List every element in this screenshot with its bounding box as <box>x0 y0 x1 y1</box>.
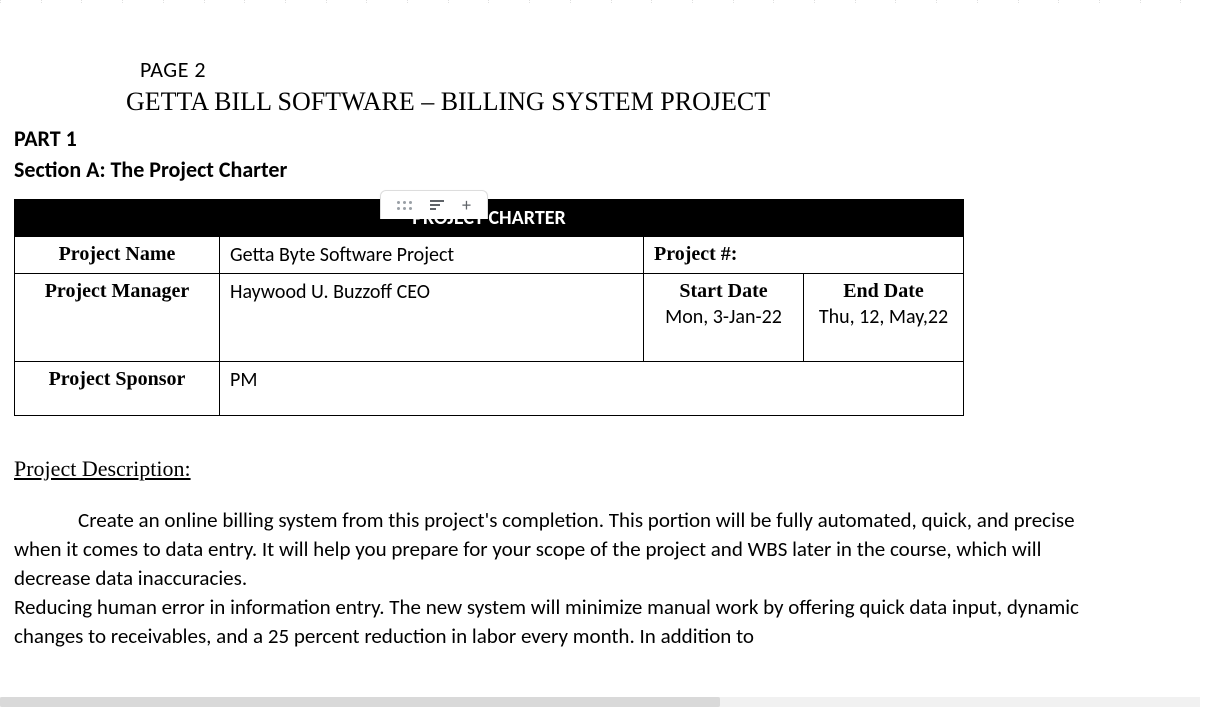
value-start-date: Mon, 3-Jan-22 <box>654 305 793 329</box>
plus-icon[interactable]: + <box>462 196 471 214</box>
filter-icon[interactable] <box>430 200 444 210</box>
project-description-text: Create an online billing system from thi… <box>14 507 1079 649</box>
label-project-manager: Project Manager <box>15 274 220 362</box>
document-page: PAGE 2 GETTA BILL SOFTWARE – BILLING SYS… <box>0 0 1221 651</box>
end-date-cell: End Date Thu, 12, May,22 <box>804 274 964 362</box>
label-end-date: End Date <box>814 280 953 303</box>
drag-handle-icon[interactable] <box>397 201 412 210</box>
start-date-cell: Start Date Mon, 3-Jan-22 <box>644 274 804 362</box>
label-project-sponsor: Project Sponsor <box>15 362 220 416</box>
value-project-name: Getta Byte Software Project <box>220 237 644 274</box>
project-description-body: Create an online billing system from thi… <box>14 506 1104 651</box>
project-description-heading: Project Description: <box>14 456 1207 482</box>
part-label: PART 1 <box>14 125 1207 152</box>
section-label: Section A: The Project Charter <box>14 156 1207 183</box>
label-start-date: Start Date <box>654 280 793 303</box>
table-toolbar[interactable]: + <box>380 190 488 219</box>
label-project-number: Project #: <box>644 237 964 274</box>
charter-heading: PROJECT CHARTER <box>15 200 964 237</box>
scrollbar-thumb[interactable] <box>0 697 720 707</box>
project-charter-table: PROJECT CHARTER Project Name Getta Byte … <box>14 199 964 416</box>
ruler <box>0 0 1221 4</box>
value-project-manager: Haywood U. Buzzoff CEO <box>220 274 644 362</box>
document-title: GETTA BILL SOFTWARE – BILLING SYSTEM PRO… <box>126 87 1207 117</box>
value-project-sponsor: PM <box>220 362 964 416</box>
value-end-date: Thu, 12, May,22 <box>814 305 953 329</box>
label-project-name: Project Name <box>15 237 220 274</box>
horizontal-scrollbar[interactable] <box>0 697 1200 707</box>
page-number: PAGE 2 <box>140 56 1207 83</box>
